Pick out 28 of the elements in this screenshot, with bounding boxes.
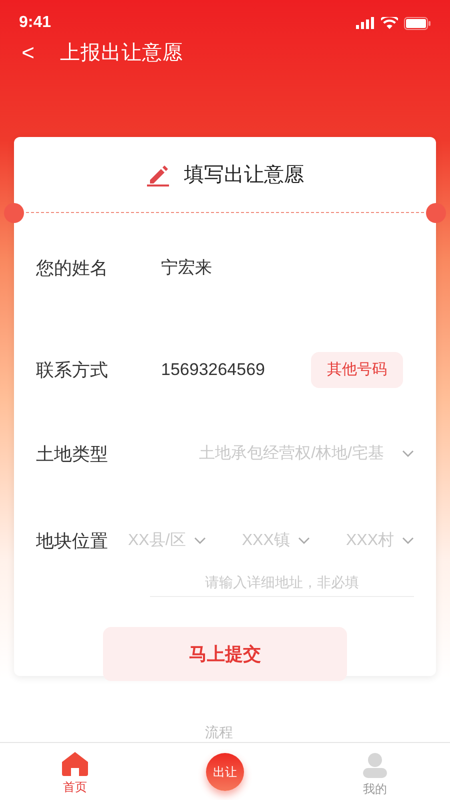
field-label: 您的姓名 <box>36 256 109 280</box>
page-title: 上报出让意愿 <box>60 41 183 66</box>
tab[interactable]: 首页 <box>0 743 150 800</box>
back-button[interactable]: < <box>18 42 38 64</box>
field-label: 联系方式 <box>36 358 109 382</box>
wifi-icon <box>381 17 398 29</box>
battery-icon <box>404 16 431 30</box>
field-value: 宁宏来 <box>161 257 212 280</box>
tab[interactable]: 我的 <box>300 743 450 800</box>
field-label: 地块位置 <box>36 530 109 552</box>
notch <box>4 203 24 223</box>
field-value: 15693264569 <box>161 359 266 382</box>
pencil-icon <box>146 162 170 186</box>
person-icon <box>362 752 388 778</box>
card-title: 填写出让意愿 <box>184 162 304 188</box>
signal-icon <box>356 17 375 29</box>
chevron-down-icon <box>402 537 414 545</box>
submit-button[interactable]: 马上提交 <box>103 627 347 681</box>
other-number-button[interactable]: 其他号码 <box>311 352 403 388</box>
chevron-down-icon <box>298 537 310 545</box>
center-tab-button[interactable]: 出让 <box>206 752 244 790</box>
field-label: 土地类型 <box>36 442 109 466</box>
home-icon <box>62 752 88 776</box>
notch <box>426 203 446 223</box>
chevron-down-icon <box>402 450 414 458</box>
section-label: 流程 <box>205 723 233 742</box>
chevron-down-icon <box>194 537 206 545</box>
status-time: 9:41 <box>19 13 52 33</box>
